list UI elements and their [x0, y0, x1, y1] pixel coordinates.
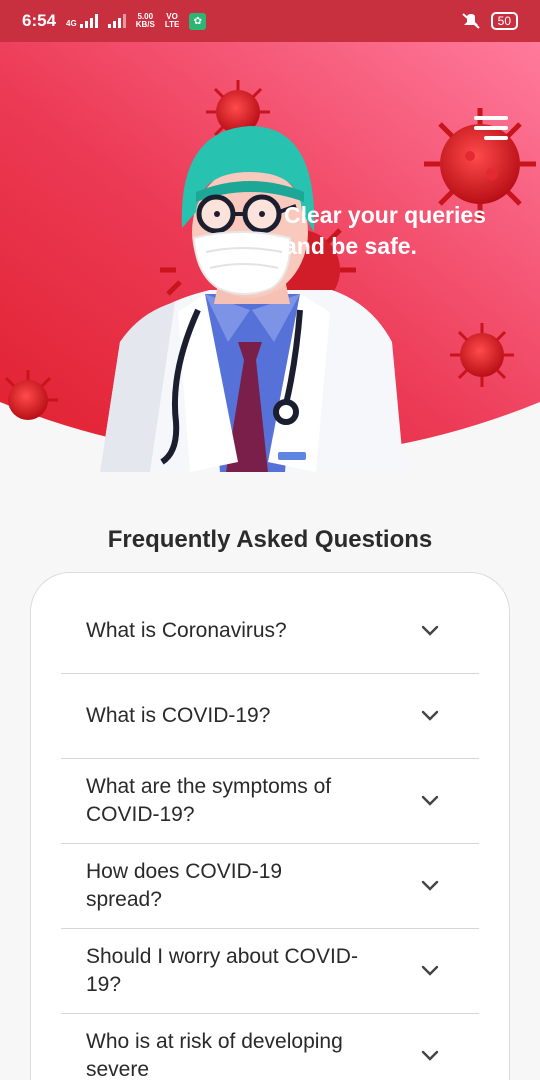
- faq-list: What is Coronavirus? What is COVID-19? W…: [30, 572, 510, 1080]
- app-notification-icon: ✿: [189, 12, 207, 30]
- chevron-down-icon[interactable]: [421, 622, 439, 640]
- tagline-line-2: and be safe.: [284, 233, 417, 259]
- volte-icon: VO LTE: [164, 12, 180, 29]
- faq-item-spread[interactable]: How does COVID-19 spread?: [61, 844, 479, 929]
- silent-mode-icon: [461, 13, 480, 29]
- virus-icon: [450, 323, 514, 387]
- chevron-down-icon[interactable]: [421, 1047, 439, 1065]
- faq-item-coronavirus[interactable]: What is Coronavirus?: [61, 589, 479, 674]
- signal-icon: 4G: [66, 14, 98, 28]
- faq-title: Frequently Asked Questions: [107, 526, 433, 553]
- faq-question: Should I worry about COVID-19?: [86, 945, 358, 996]
- tagline-line-1: Clear your queries: [284, 202, 486, 228]
- menu-button[interactable]: [474, 116, 510, 140]
- network-type-label: 4G: [66, 19, 77, 28]
- faq-question: How does COVID-19 spread?: [86, 860, 283, 911]
- status-bar: 6:54 4G 5.00 KB/S VO LTE ✿ 50: [0, 0, 540, 42]
- hero-tagline: Clear your queries and be safe.: [284, 200, 486, 262]
- hero-banner: [0, 42, 540, 482]
- faq-item-risk[interactable]: Who is at risk of developing severe: [61, 1014, 479, 1080]
- chevron-down-icon[interactable]: [421, 962, 439, 980]
- hero-illustration: [0, 42, 540, 472]
- faq-item-symptoms[interactable]: What are the symptoms of COVID-19?: [61, 759, 479, 844]
- app-screen: 6:54 4G 5.00 KB/S VO LTE ✿ 50 Clear your…: [0, 0, 540, 1080]
- chevron-down-icon[interactable]: [421, 792, 439, 810]
- battery-indicator: 50: [490, 12, 518, 30]
- faq-question: What is COVID-19?: [86, 704, 271, 727]
- chevron-down-icon[interactable]: [421, 877, 439, 895]
- data-speed: 5.00 KB/S: [135, 12, 155, 29]
- status-time: 6:54: [22, 11, 57, 30]
- faq-item-worry[interactable]: Should I worry about COVID-19?: [61, 929, 479, 1014]
- signal-2-icon: [107, 14, 126, 28]
- faq-item-covid19[interactable]: What is COVID-19?: [61, 674, 479, 759]
- faq-question: What is Coronavirus?: [86, 619, 287, 642]
- chevron-down-icon[interactable]: [421, 707, 439, 725]
- faq-question: Who is at risk of developing severe: [86, 1030, 343, 1080]
- faq-question: What are the symptoms of COVID-19?: [86, 775, 332, 826]
